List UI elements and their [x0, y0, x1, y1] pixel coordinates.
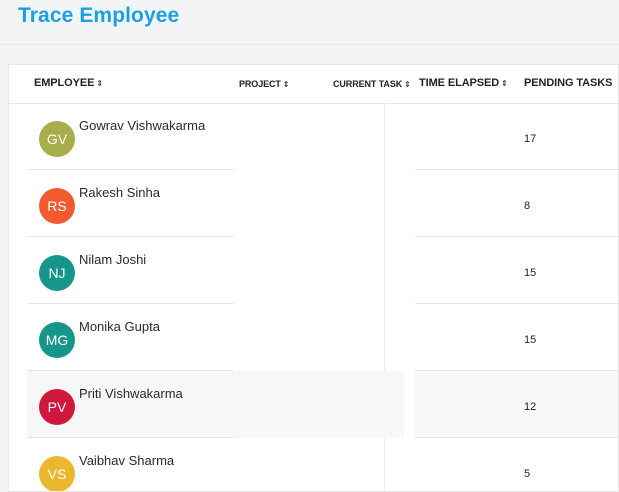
sort-arrows-icon[interactable]: ⇕ [404, 80, 411, 89]
employee-name: Vaibhav Sharma [79, 453, 175, 468]
table-row[interactable]: NJ Nilam Joshi 15 [9, 237, 618, 304]
title-divider [0, 44, 619, 45]
sort-arrows-icon[interactable]: ⇕ [96, 79, 103, 88]
avatar: PV [39, 389, 75, 425]
column-header-label: EMPLOYEE [34, 77, 95, 89]
table-header: EMPLOYEE ⇕ PROJECT ⇕ CURRENT TASK ⇕ TIME EL… [9, 65, 618, 104]
avatar: GV [39, 121, 75, 157]
column-header-label: CURRENT TASK [333, 79, 403, 89]
pending-tasks-count: 15 [524, 334, 537, 346]
avatar: RS [39, 188, 75, 224]
column-header-label: PENDING TASKS [524, 77, 613, 89]
table-row[interactable]: VS Vaibhav Sharma 5 [9, 438, 618, 491]
column-header-employee[interactable]: EMPLOYEE ⇕ [34, 77, 103, 89]
employee-name: Priti Vishwakarma [79, 386, 183, 401]
pending-tasks-count: 17 [524, 133, 537, 145]
column-header-label: TIME ELAPSED [419, 77, 500, 89]
employee-name: Rakesh Sinha [79, 185, 160, 200]
employee-name: Monika Gupta [79, 319, 160, 334]
table-row[interactable]: PV Priti Vishwakarma 12 [9, 371, 618, 438]
pending-tasks-count: 5 [524, 468, 531, 480]
pending-tasks-count: 15 [524, 267, 537, 279]
employee-name: Nilam Joshi [79, 252, 147, 267]
avatar: VS [39, 456, 75, 491]
sort-arrows-icon[interactable]: ⇕ [283, 80, 290, 89]
column-header-pending-tasks[interactable]: PENDING TASKS [524, 77, 612, 89]
column-header-current-task[interactable]: CURRENT TASK ⇕ [333, 79, 411, 89]
sort-arrows-icon[interactable]: ⇕ [501, 79, 508, 88]
employee-table: EMPLOYEE ⇕ PROJECT ⇕ CURRENT TASK ⇕ TIME EL… [8, 64, 619, 492]
table-row[interactable]: GV Gowrav Vishwakarma 17 [9, 103, 618, 170]
column-header-time-elapsed[interactable]: TIME ELAPSED ⇕ [419, 77, 508, 89]
table-row[interactable]: RS Rakesh Sinha 8 [9, 170, 618, 237]
column-header-project[interactable]: PROJECT ⇕ [239, 79, 290, 89]
pending-tasks-count: 12 [524, 401, 537, 413]
avatar: MG [39, 322, 75, 358]
column-header-label: PROJECT [239, 79, 281, 89]
avatar: NJ [39, 255, 75, 291]
pending-tasks-count: 8 [524, 200, 531, 212]
table-row[interactable]: MG Monika Gupta 15 [9, 304, 618, 371]
page-title: Trace Employee [18, 4, 180, 27]
employee-name: Gowrav Vishwakarma [79, 118, 206, 133]
